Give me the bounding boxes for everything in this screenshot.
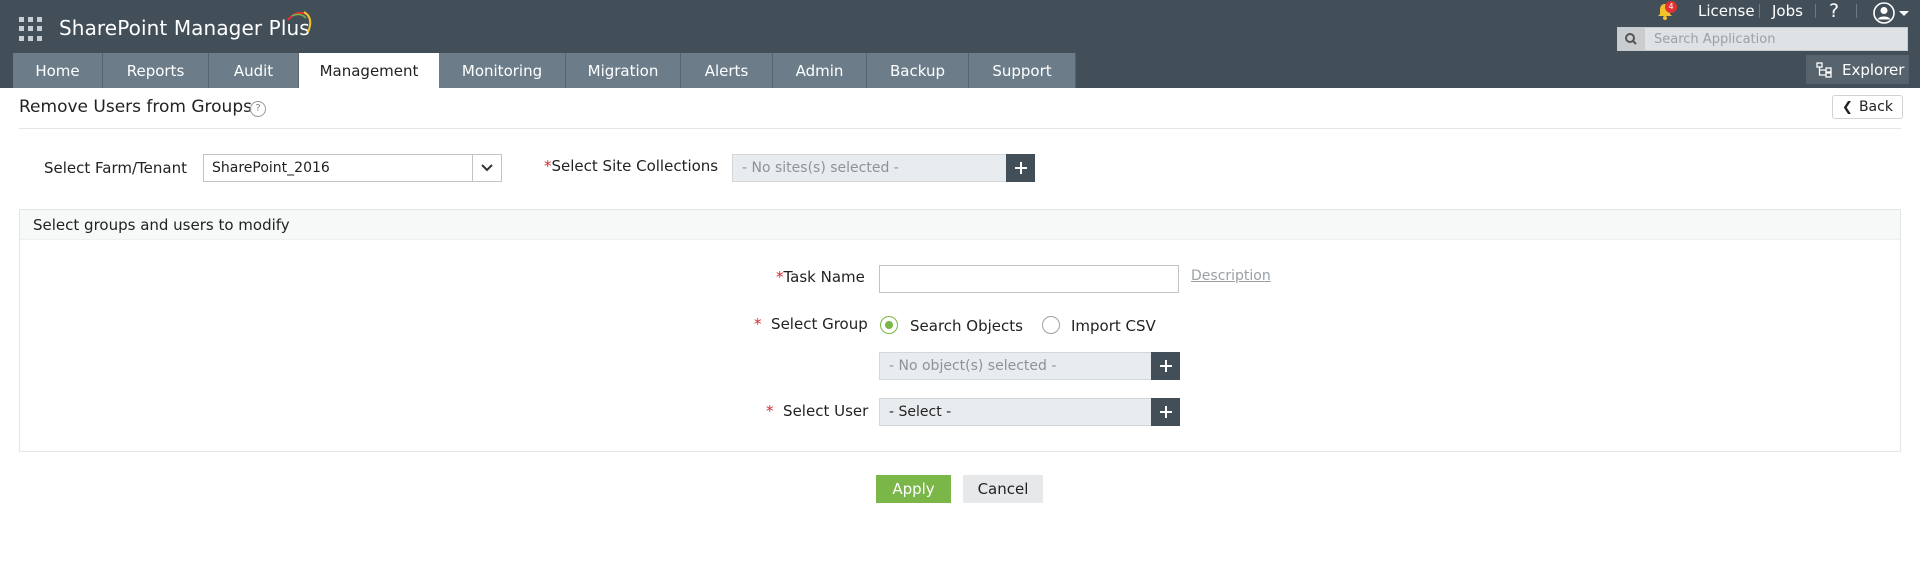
user-avatar-icon[interactable] (1873, 2, 1895, 24)
tab-support[interactable]: Support (969, 53, 1076, 88)
top-header: SharePoint Manager Plus 4 License Jobs ? (0, 0, 1920, 88)
brand-name: SharePoint Manager Plus (59, 16, 310, 40)
help-icon[interactable]: ? (250, 101, 266, 117)
site-label: Select Site Collections (551, 157, 719, 175)
tab-admin[interactable]: Admin (773, 53, 867, 88)
required-marker: * (754, 315, 762, 333)
required-marker: * (776, 268, 784, 286)
farm-label: Select Farm/Tenant (44, 159, 187, 177)
tab-home[interactable]: Home (13, 53, 103, 88)
app-grid-icon[interactable] (19, 17, 43, 41)
objects-picker-value: - No object(s) selected - (889, 358, 1057, 374)
header-divider (1856, 4, 1857, 18)
chevron-down-icon[interactable] (472, 155, 501, 181)
user-label-wrap: * Select User (766, 402, 868, 420)
tab-management[interactable]: Management (299, 53, 439, 88)
tab-reports[interactable]: Reports (103, 53, 209, 88)
search-icon[interactable] (1618, 28, 1645, 50)
license-link[interactable]: License (1698, 2, 1755, 20)
search-objects-radio[interactable] (880, 316, 898, 334)
required-marker: * (766, 402, 774, 420)
brand-logo-icon (287, 11, 312, 33)
user-picker-value: - Select - (889, 404, 952, 420)
search-objects-label[interactable]: Search Objects (910, 317, 1023, 335)
page-title: Remove Users from Groups (19, 97, 252, 117)
explorer-tree-icon (1816, 61, 1832, 78)
add-user-button[interactable] (1151, 398, 1180, 426)
task-name-input[interactable] (879, 265, 1179, 293)
required-marker: * (544, 157, 552, 175)
farm-select[interactable]: SharePoint_2016 (203, 154, 502, 182)
search-input[interactable] (1654, 28, 1904, 50)
tab-migration[interactable]: Migration (566, 53, 681, 88)
explorer-button[interactable]: Explorer (1806, 55, 1909, 84)
help-icon[interactable]: ? (1829, 0, 1839, 22)
panel-header: Select groups and users to modify (20, 210, 1900, 240)
group-label: Select Group (771, 315, 868, 333)
site-collections-picker[interactable]: - No sites(s) selected - (732, 154, 1007, 182)
app-root: SharePoint Manager Plus 4 License Jobs ? (0, 0, 1920, 566)
cancel-button[interactable]: Cancel (963, 475, 1043, 503)
site-collections-value: - No sites(s) selected - (742, 160, 899, 176)
notification-count-badge: 4 (1665, 1, 1677, 13)
task-label-wrap: *Task Name (776, 268, 865, 286)
plus-icon (1014, 162, 1027, 174)
back-button[interactable]: ❮ Back (1832, 95, 1903, 119)
farm-select-value: SharePoint_2016 (212, 160, 330, 176)
import-csv-radio[interactable] (1042, 316, 1060, 334)
add-site-collection-button[interactable] (1006, 154, 1035, 182)
header-divider (1759, 4, 1760, 18)
back-label: Back (1858, 99, 1893, 115)
jobs-link[interactable]: Jobs (1772, 2, 1803, 20)
header-divider (1815, 4, 1816, 18)
apply-button[interactable]: Apply (876, 475, 951, 503)
tab-backup[interactable]: Backup (867, 53, 969, 88)
objects-picker[interactable]: - No object(s) selected - (879, 352, 1152, 380)
add-object-button[interactable] (1151, 352, 1180, 380)
group-label-wrap: * Select Group (754, 315, 868, 333)
import-csv-label[interactable]: Import CSV (1071, 317, 1156, 335)
description-link[interactable]: Description (1191, 268, 1271, 284)
user-menu-caret-icon[interactable] (1899, 11, 1909, 16)
plus-icon (1159, 360, 1172, 372)
site-label-wrap: *Select Site Collections (544, 157, 718, 175)
tab-monitoring[interactable]: Monitoring (439, 53, 566, 88)
panel-title: Select groups and users to modify (33, 216, 290, 234)
explorer-label: Explorer (1842, 60, 1905, 79)
tab-alerts[interactable]: Alerts (681, 53, 773, 88)
user-picker[interactable]: - Select - (879, 398, 1152, 426)
search-box (1617, 27, 1908, 51)
chevron-left-icon: ❮ (1842, 99, 1853, 115)
tab-audit[interactable]: Audit (209, 53, 299, 88)
main-nav: Home Reports Audit Management Monitoring… (13, 53, 1076, 88)
task-label: Task Name (783, 268, 865, 286)
plus-icon (1159, 406, 1172, 418)
user-label: Select User (783, 402, 869, 420)
title-divider (19, 128, 1901, 129)
